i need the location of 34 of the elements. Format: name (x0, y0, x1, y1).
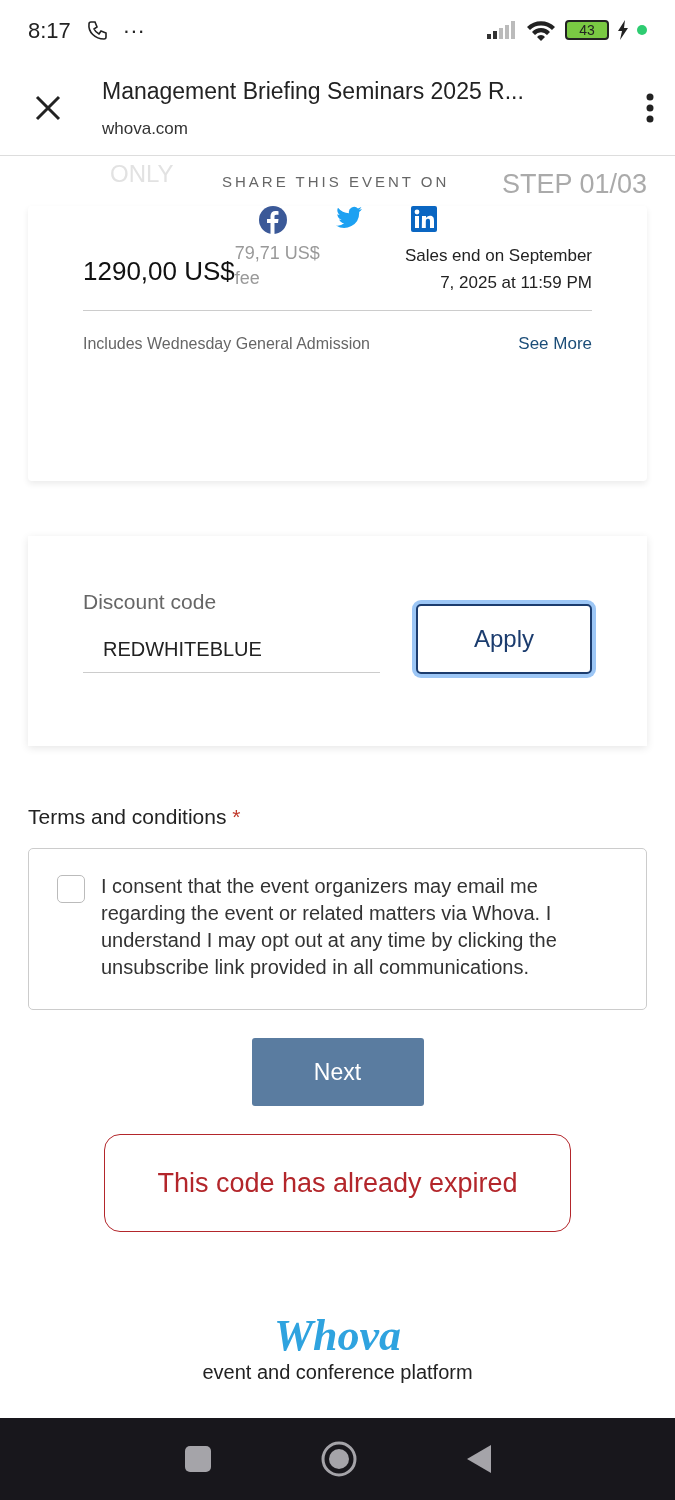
discount-label: Discount code (83, 589, 218, 615)
clock-time: 8:17 (28, 16, 71, 45)
battery-indicator: 43 (565, 20, 609, 40)
tagline: event and conference platform (201, 1362, 474, 1383)
terms-title: Terms and conditions (28, 805, 227, 828)
home-icon[interactable] (320, 1441, 357, 1477)
ticket-price: 1290,00 US$ (83, 256, 235, 288)
page-title: Management Briefing Seminars 2025 R... (102, 76, 525, 106)
wifi-icon (525, 19, 557, 41)
back-icon[interactable] (466, 1445, 491, 1473)
close-icon[interactable] (34, 93, 62, 122)
sales-end-text: Sales end on September 7, 2025 at 11:59 PM (403, 245, 592, 295)
error-message: This code has already expired (104, 1134, 571, 1233)
consent-checkbox[interactable] (57, 874, 85, 903)
linkedin-icon[interactable] (410, 206, 437, 232)
recents-icon[interactable] (184, 1446, 211, 1472)
fee-label: fee (234, 267, 261, 290)
page-url: whova.com (102, 118, 189, 140)
share-label: SHARE THIS EVENT ON (222, 172, 450, 192)
signal-icon (487, 20, 517, 40)
fee-amount: 79,71 US$ (234, 241, 320, 263)
consent-text: I consent that the event organizers may email me regarding the event or related matters via Whova. I understand I may opt out at any time by clicking the unsubscribe link provided in all communications. (101, 873, 558, 981)
status-dot-icon (637, 25, 647, 35)
menu-icon[interactable] (645, 92, 655, 123)
includes-text: Includes Wednesday General Admission (83, 334, 370, 355)
charging-icon (617, 20, 629, 40)
step-counter: STEP 01/03 (501, 168, 647, 201)
bird-icon[interactable] (334, 206, 363, 230)
whova-logo: Whova (272, 1314, 403, 1359)
required-mark: * (232, 805, 241, 828)
phone-icon (86, 20, 107, 40)
more-indicator: ··· (122, 16, 145, 45)
facebook-icon[interactable] (258, 206, 287, 234)
see-more-link[interactable]: See More (518, 331, 592, 357)
